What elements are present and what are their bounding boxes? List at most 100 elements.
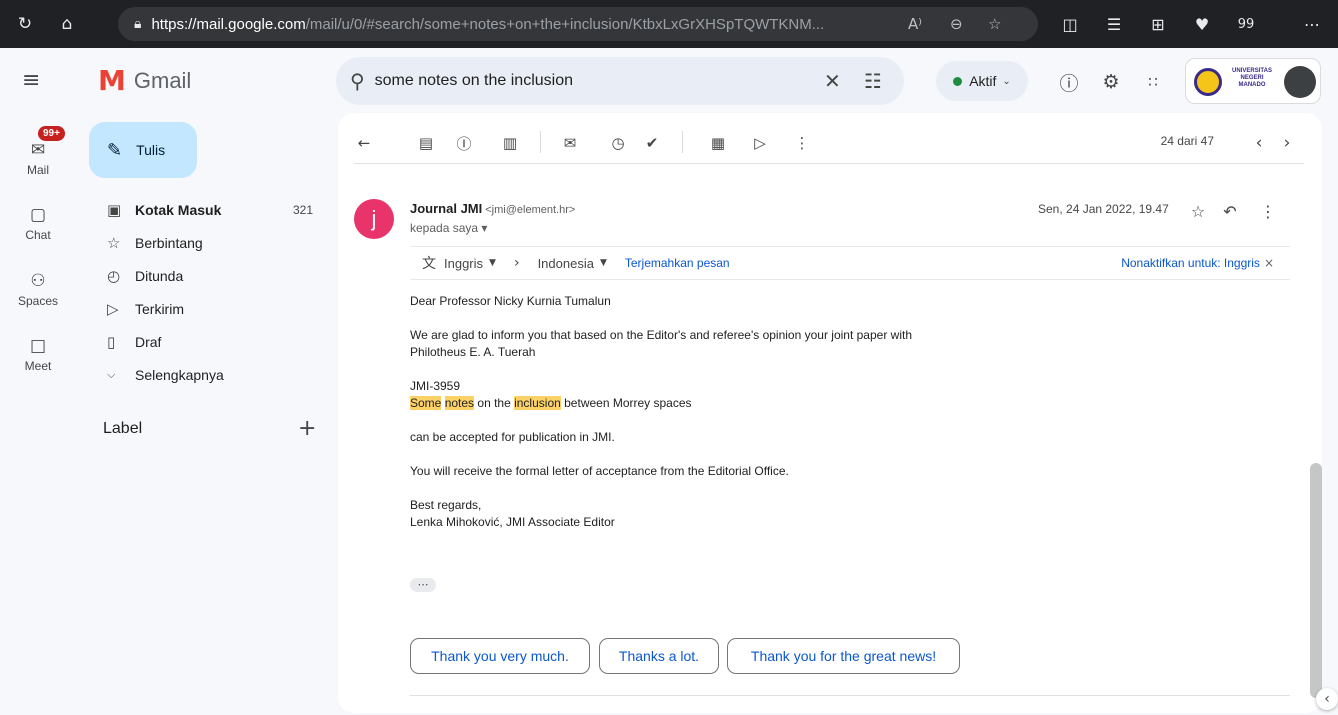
status-dropdown[interactable]: Aktif ⌄ [936, 61, 1028, 101]
pencil-icon: ✎ [107, 139, 123, 161]
gear-icon[interactable]: ⚙ [1094, 65, 1128, 99]
sidebar-item-more[interactable]: ⌵ Selengkapnya [89, 359, 327, 391]
more-icon[interactable]: ⋯ [1292, 0, 1332, 48]
status-dot [953, 76, 963, 86]
search-highlight: inclusion [514, 396, 561, 410]
url-text[interactable]: https://mail.google.com/mail/u/0/#search… [151, 16, 891, 33]
disable-translate-link[interactable]: Nonaktifkan untuk: Inggris [1121, 256, 1260, 270]
send-icon: ▷ [107, 300, 119, 318]
favorite-star-icon[interactable]: ☆ [988, 7, 1001, 41]
split-screen-icon[interactable]: ◫ [1050, 0, 1090, 48]
help-icon[interactable]: ⓘ [1052, 65, 1086, 99]
disable-translate[interactable]: Nonaktifkan untuk: Inggris × [1121, 256, 1274, 270]
sidebar-item-snoozed[interactable]: ◴ Ditunda [89, 260, 327, 292]
smart-reply-button[interactable]: Thanks a lot. [599, 638, 719, 674]
title-text: on the [474, 396, 515, 410]
url-path: /mail/u/0/#search/some+notes+on+the+incl… [305, 15, 825, 33]
refresh-icon[interactable]: ↻ [6, 0, 44, 48]
sidebar-item-label: Ditunda [135, 268, 184, 284]
sidebar-item-drafts[interactable]: ▯ Draf [89, 326, 327, 358]
add-task-icon[interactable]: ✔ [640, 131, 664, 155]
zoom-icon[interactable]: ⊖ [950, 7, 963, 41]
show-trimmed-content-icon[interactable]: ⋯ [410, 578, 436, 592]
address-bar[interactable]: 🔒︎ https://mail.google.com/mail/u/0/#sea… [118, 7, 1038, 41]
search-options-icon[interactable]: ☷ [864, 57, 882, 105]
sidebar-item-inbox[interactable]: ▣ Kotak Masuk 321 [89, 194, 327, 226]
add-label-icon[interactable]: + [298, 416, 316, 441]
rail-spaces[interactable]: ⚇ Spaces [0, 271, 76, 308]
older-chevron-icon[interactable]: › [1274, 129, 1300, 157]
paper-id: JMI-3959 [410, 379, 461, 393]
rail-meet-label: Meet [24, 359, 52, 373]
label-icon[interactable]: ▷ [748, 131, 772, 155]
body-line: can be accepted for publication in JMI. [410, 430, 615, 444]
body-regards: Best regards, [410, 498, 482, 512]
draft-icon: ▯ [107, 333, 116, 351]
message-date: Sen, 24 Jan 2022, 19.47 [1038, 202, 1169, 216]
meet-icon: □ [29, 336, 47, 356]
app-name: Gmail [133, 67, 192, 93]
move-to-icon[interactable]: ▦ [706, 131, 730, 155]
collections-icon[interactable]: ⊞ [1138, 0, 1178, 48]
message-body: Dear Professor Nicky Kurnia Tumalun We a… [410, 293, 1210, 531]
more-vert-icon[interactable]: ⋮ [1256, 199, 1280, 223]
sidebar-item-starred[interactable]: ☆ Berbintang [89, 227, 327, 259]
rail-chat[interactable]: ▢ Chat [0, 205, 76, 242]
close-icon[interactable]: × [1264, 256, 1274, 270]
rail-meet[interactable]: □ Meet [0, 336, 76, 373]
url-host: https://mail.google.com [151, 15, 306, 33]
sidebar-item-label: Selengkapnya [135, 367, 224, 383]
spaces-icon: ⚇ [30, 271, 46, 291]
sender-email: <jmi@element.hr> [485, 204, 576, 216]
newer-chevron-icon[interactable]: ‹ [1246, 129, 1272, 157]
rail-mail[interactable]: ✉ Mail [0, 140, 76, 177]
search-input[interactable] [374, 72, 795, 90]
inbox-icon: ▣ [107, 201, 122, 219]
report-spam-icon[interactable]: Ⓘ [452, 131, 476, 155]
avatar[interactable] [1284, 66, 1316, 98]
star-icon[interactable]: ☆ [1186, 199, 1210, 223]
browser-essentials-icon[interactable]: ♥ [1182, 0, 1222, 48]
org-name: UNIVERSITAS NEGERI MANADO [1232, 68, 1272, 88]
extension-badge[interactable]: 99 [1226, 0, 1266, 48]
delete-icon[interactable]: ▥ [498, 131, 522, 155]
sidebar-item-label: Terkirim [135, 301, 184, 317]
smart-reply-button[interactable]: Thank you very much. [410, 638, 590, 674]
gmail-logo[interactable]: M Gmail [98, 64, 191, 97]
recipient-details[interactable]: kepada saya ▾ [410, 221, 487, 235]
more-vert-icon[interactable]: ⋮ [790, 131, 814, 155]
body-line: Philotheus E. A. Tuerah [410, 345, 536, 359]
body-greeting: Dear Professor Nicky Kurnia Tumalun [410, 294, 611, 308]
target-language[interactable]: Indonesia [538, 256, 594, 271]
side-panel-toggle-icon[interactable]: ‹ [1316, 688, 1338, 710]
gmail-m-icon: M [98, 64, 126, 97]
chevron-down-icon: ⌄ [1002, 75, 1011, 87]
scrollbar[interactable] [1310, 463, 1322, 698]
search-highlight: Some [410, 396, 442, 410]
toolbar-divider [682, 131, 683, 153]
back-arrow-icon[interactable]: ← [352, 131, 376, 155]
translate-icon: 文 [422, 256, 436, 272]
reply-icon[interactable]: ↶ [1218, 199, 1242, 223]
sender-avatar[interactable]: j [354, 199, 394, 239]
translate-message-link[interactable]: Terjemahkan pesan [625, 256, 730, 270]
search-bar: ⚲ ✕ ☷ [336, 57, 904, 105]
smart-reply-button[interactable]: Thank you for the great news! [727, 638, 960, 674]
clear-search-icon[interactable]: ✕ [824, 57, 841, 105]
favorites-icon[interactable]: ☰ [1094, 0, 1134, 48]
search-icon[interactable]: ⚲ [350, 69, 365, 93]
sidebar-item-sent[interactable]: ▷ Terkirim [89, 293, 327, 325]
main-menu-icon[interactable]: ≡ [22, 68, 40, 93]
source-language[interactable]: Inggris [444, 256, 483, 271]
read-aloud-icon[interactable]: A⁾ [908, 7, 922, 41]
snooze-icon[interactable]: ◷ [606, 131, 630, 155]
home-icon[interactable]: ⌂ [48, 0, 86, 48]
mark-unread-icon[interactable]: ✉ [558, 131, 582, 155]
account-chip[interactable]: UNIVERSITAS NEGERI MANADO [1185, 58, 1321, 104]
rail-chat-label: Chat [25, 228, 51, 242]
compose-button[interactable]: ✎ Tulis [89, 122, 197, 178]
apps-grid-icon[interactable]: ∷ [1136, 65, 1170, 99]
sender-name[interactable]: Journal JMI <jmi@element.hr> [410, 201, 575, 216]
archive-icon[interactable]: ▤ [414, 131, 438, 155]
chat-icon: ▢ [29, 205, 47, 225]
